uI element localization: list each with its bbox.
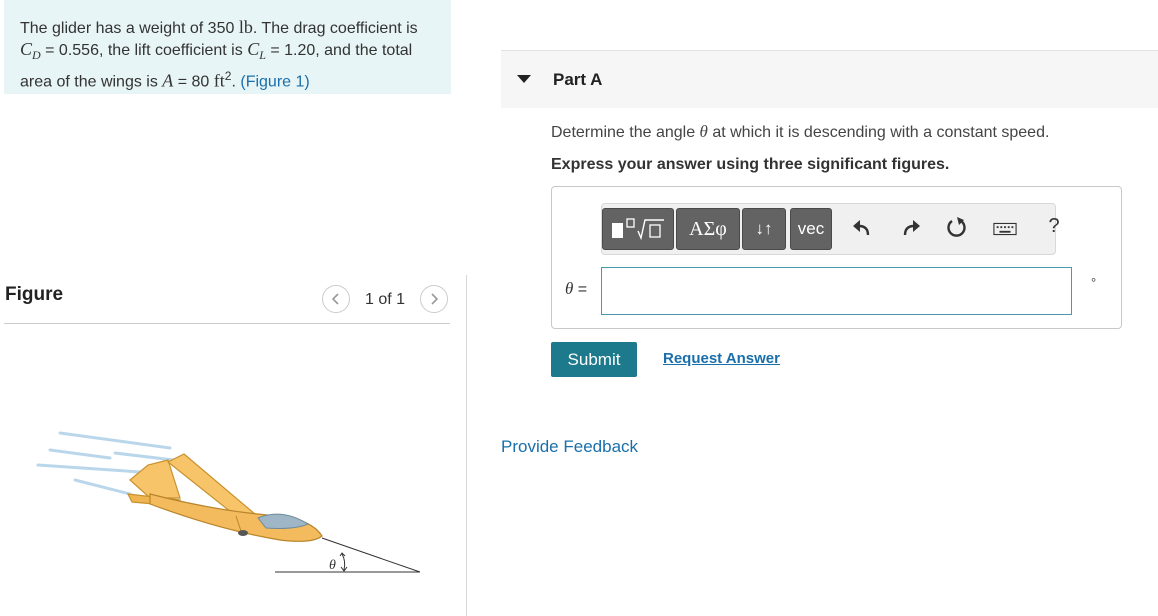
cd-symbol: C [20,39,33,59]
arrows-button[interactable]: ↓↑ [742,208,786,250]
figure-link[interactable]: (Figure 1) [240,74,309,91]
part-a-header[interactable]: Part A [501,50,1158,108]
help-icon[interactable]: ? [1042,214,1066,238]
area-unit: ft [213,70,225,91]
provide-feedback-link[interactable]: Provide Feedback [501,437,638,457]
keyboard-icon[interactable] [993,217,1017,241]
glider-figure: θ [36,431,421,573]
glider-icon [126,453,323,542]
answer-variable-label: θ = [565,279,587,299]
collapse-caret-icon[interactable] [517,75,531,83]
templates-icon [612,218,664,241]
answer-instruction: Express your answer using three signific… [551,156,950,173]
panel-divider [466,275,467,616]
templates-button[interactable] [602,208,674,250]
problem-statement: The glider has a weight of 350 lb. The d… [4,0,451,94]
part-title: Part A [553,70,603,89]
chevron-right-icon [431,293,439,305]
problem-text: = 0.556, the lift coefficient is [40,42,248,59]
answer-equals: = [573,281,588,298]
question-text: Determine the angle θ at which it is des… [551,122,1049,142]
vector-button[interactable]: vec [790,208,832,250]
request-answer-link[interactable]: Request Answer [663,350,780,367]
next-figure-button[interactable] [420,285,448,313]
figure-pager-text: 1 of 1 [365,291,406,308]
angle-diagram: θ [275,537,421,573]
answer-unit: ° [1091,275,1097,290]
area-symbol: A [162,70,174,91]
left-panel: The glider has a weight of 350 lb. The d… [0,0,466,616]
submit-button[interactable]: Submit [551,342,637,377]
math-toolbar: ΑΣφ ↓↑ vec ? [601,203,1060,255]
problem-text: = 80 [173,73,214,91]
figure-title: Figure [5,284,64,305]
angle-theta-label: θ [329,558,336,573]
question-theta: θ [699,122,708,141]
figure-header: Figure 1 of 1 [4,283,450,324]
answer-box: ΑΣφ ↓↑ vec ? θ = ° [551,186,1122,329]
question-prefix: Determine the angle [551,124,700,141]
undo-icon[interactable] [850,216,874,240]
chevron-left-icon [331,293,339,305]
reset-icon[interactable] [945,216,969,240]
cd-subscript: D [32,48,41,63]
greek-letters-button[interactable]: ΑΣφ [676,208,740,250]
problem-text: The glider has a weight of 350 [20,20,239,37]
redo-icon[interactable] [899,216,923,240]
problem-text: . The drag coefficient is [252,20,418,37]
cl-symbol: C [247,39,260,59]
answer-input[interactable] [601,267,1072,315]
question-suffix: at which it is descending with a constan… [707,124,1050,141]
cl-subscript: L [259,48,266,63]
previous-figure-button[interactable] [322,285,350,313]
weight-unit: lb [238,17,253,37]
